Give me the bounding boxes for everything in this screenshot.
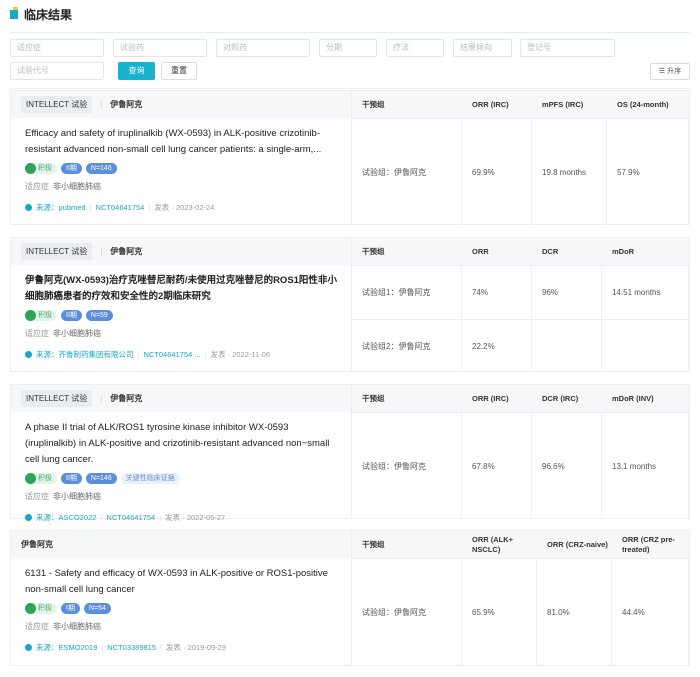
indication-input[interactable]: 适应症 [10,39,104,57]
table-row: 试验组1：伊鲁阿克 74% 96% 14.51 months [352,265,689,319]
table-row: 试验组：伊鲁阿克 65.9% 81.0% 44.4% [352,558,689,666]
nct-link[interactable]: NCT04641754 [106,513,155,522]
drug-name: 伊鲁阿克 [110,247,143,256]
result-card[interactable]: INTELLECT 试验 | 伊鲁阿克 伊鲁阿克(WX-0593)治疗克唑替尼耐药/… [10,237,690,372]
source-icon [25,204,32,211]
result-card[interactable]: INTELLECT 试验 | 伊鲁阿克 A phase II trial of AL… [10,384,690,522]
query-button[interactable]: 查询 [118,62,155,80]
table-row: 试验组：伊鲁阿克 69.9% 19.8 months 57.9% [352,118,689,225]
control-drug-input[interactable]: 对照药 [216,39,310,57]
column-header: ORR (IRC) [472,100,509,109]
logo-icon [10,7,18,19]
result-trend-select[interactable]: 结果倾向 [453,39,512,57]
column-header: mPFS (IRC) [542,100,584,109]
indication: 适应症 非小细胞肺癌 [25,492,101,501]
source-icon [25,644,32,651]
trial-badge: INTELLECT 试验 [21,390,93,407]
test-drug-input[interactable]: 试验药 [113,39,207,57]
indication: 适应症 非小细胞肺癌 [25,622,101,631]
source-link[interactable]: 来源：ESMO2019 [36,642,97,653]
nct-link[interactable]: NCT03389815 [107,643,156,652]
trial-code-input[interactable]: 试验代号 [10,62,104,80]
table-row: 试验组2：伊鲁阿克 22.2% [352,319,689,372]
phase-tag: II期 [61,473,82,484]
registry-input[interactable]: 登记号 [520,39,615,57]
nct-link[interactable]: NCT04641754 [96,203,145,212]
source-icon [25,351,32,358]
key-evidence-tag: 关键性临床证据 [120,473,180,484]
column-header: 干预组 [362,100,385,109]
shield-check-icon [25,473,36,484]
indication: 适应症 非小细胞肺癌 [25,329,101,338]
column-header: mDoR [612,247,635,256]
result-card[interactable]: INTELLECT 试验 | 伊鲁阿克 Efficacy and safety of… [10,90,690,225]
sample-size-tag: N=146 [85,163,117,174]
divider [10,32,690,33]
phase-tag: I期 [61,603,80,614]
source-link[interactable]: 来源：齐鲁制药集团有限公司 [36,349,134,360]
study-title[interactable]: 6131 - Safety and efficacy of WX-0593 in… [11,558,351,598]
column-header: DCR [542,247,559,256]
column-header: ORR (IRC) [472,394,509,403]
column-header: 干预组 [362,247,385,256]
source-icon [25,514,32,521]
nct-link[interactable]: NCT04641754 ... [143,350,200,359]
divider [10,88,690,89]
trend-tag: 积极 [25,163,57,174]
column-header: OS (24-month) [617,100,669,109]
column-header: 干预组 [362,394,385,403]
column-header: ORR [472,247,489,256]
phase-tag: II期 [61,310,82,321]
drug-name: 伊鲁阿克 [21,540,53,549]
column-header: mDoR (INV) [612,394,654,403]
column-header: ORR (CRZ pre-treated) [622,534,675,554]
study-title[interactable]: Efficacy and safety of iruplinalkib (WX-… [11,118,351,158]
publish-date: 发表 · 2023-02-24 [154,203,215,212]
column-header: ORR (CRZ-naive) [547,539,608,549]
trend-tag: 积极 [25,473,57,484]
study-title[interactable]: 伊鲁阿克(WX-0593)治疗克唑替尼耐药/未使用过克唑替尼的ROS1阳性非小细… [11,265,351,305]
table-row: 试验组：伊鲁阿克 67.8% 96.6% 13.1 months [352,412,689,519]
sample-size-tag: N=59 [85,310,113,321]
sort-icon: ☰ [658,68,668,75]
column-header: 干预组 [362,539,385,549]
shield-check-icon [25,603,36,614]
sort-button[interactable]: ☰ 升序 [650,63,690,80]
trend-tag: 积极 [25,603,57,614]
result-card[interactable]: 伊鲁阿克 6131 - Safety and efficacy of WX-05… [10,530,690,666]
source-link[interactable]: 来源：pubmed [36,202,86,213]
shield-check-icon [25,163,36,174]
study-title[interactable]: A phase II trial of ALK/ROS1 tyrosine ki… [11,412,351,468]
publish-date: 发表 · 2022-05-27 [165,513,226,522]
phase-select[interactable]: 分期 [319,39,377,57]
drug-name: 伊鲁阿克 [110,394,143,403]
indication: 适应症 非小细胞肺癌 [25,182,101,191]
source-link[interactable]: 来源：ASCO2022 [36,512,96,523]
therapy-select[interactable]: 疗法 [386,39,444,57]
column-header: DCR (IRC) [542,394,579,403]
phase-tag: II期 [61,163,82,174]
page-title: 临床结果 [10,6,72,23]
shield-check-icon [25,310,36,321]
drug-name: 伊鲁阿克 [110,100,143,109]
publish-date: 发表 · 2019-09-29 [165,643,227,652]
publish-date: 发表 · 2022-11-06 [210,350,271,359]
trend-tag: 积极 [25,310,57,321]
column-header: ORR (ALK+ NSCLC) [472,534,514,554]
reset-button[interactable]: 重置 [161,62,197,80]
trial-badge: INTELLECT 试验 [21,96,93,113]
trial-badge: INTELLECT 试验 [21,243,93,260]
sample-size-tag: N=146 [85,473,117,484]
sample-size-tag: N=54 [83,603,111,614]
